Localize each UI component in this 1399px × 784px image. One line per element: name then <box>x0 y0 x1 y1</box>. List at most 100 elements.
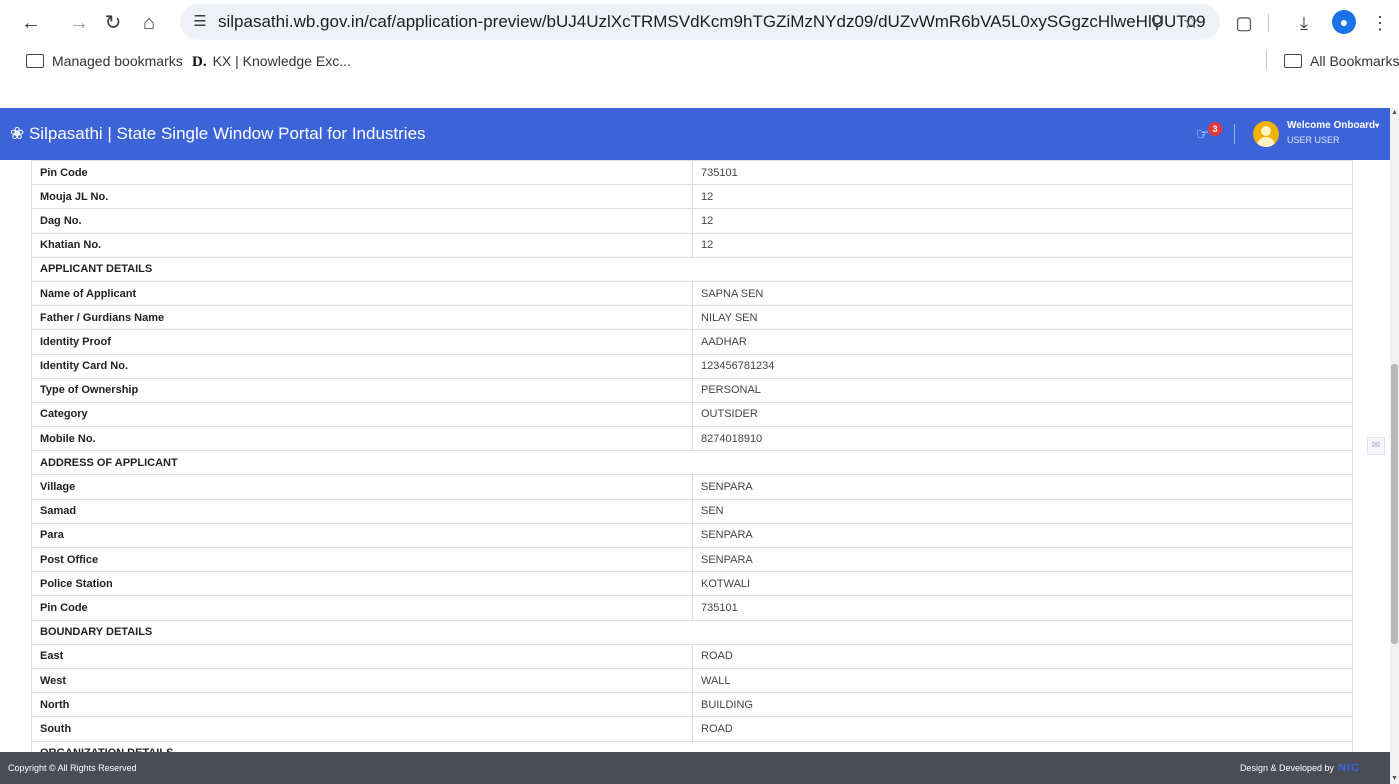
caret-down-icon: ▾ <box>1375 121 1380 130</box>
reload-icon[interactable]: ↻ <box>102 12 124 34</box>
field-label: Name of Applicant <box>31 280 693 307</box>
section-header-row: APPLICANT DETAILS <box>31 256 1353 282</box>
field-label: Pin Code <box>31 595 693 621</box>
field-value: KOTWALI <box>692 571 1353 597</box>
table-row: Police Station KOTWALI <box>31 571 1353 597</box>
section-title: APPLICANT DETAILS <box>31 256 1353 282</box>
table-row: South ROAD <box>31 716 1353 742</box>
section-header-row: ORGANIZATION DETAILS <box>31 740 1353 752</box>
table-row: Para SENPARA <box>31 522 1353 549</box>
site-settings-icon[interactable]: ☰ <box>190 12 210 32</box>
table-row: East ROAD <box>31 643 1353 669</box>
field-value: SENPARA <box>692 522 1353 549</box>
field-value: SENPARA <box>692 474 1353 500</box>
field-value: SENPARA <box>692 546 1353 573</box>
notification-button[interactable]: ☞ 3 <box>1196 122 1222 146</box>
table-row: Khatian No. 12 <box>31 232 1353 258</box>
scroll-thumb[interactable] <box>1391 364 1398 644</box>
table-row: Father / Gurdians Name NILAY SEN <box>31 305 1353 331</box>
table-row: Samad SEN <box>31 498 1353 524</box>
notification-badge: 3 <box>1208 122 1222 136</box>
menu-icon[interactable]: ⋮ <box>1368 11 1392 35</box>
user-role: USER USER <box>1287 135 1340 145</box>
table-row: Identity Proof AADHAR <box>31 329 1353 355</box>
field-value: 735101 <box>692 595 1353 621</box>
zoom-icon[interactable]: ⚲ <box>1146 11 1168 33</box>
page-scrollbar[interactable]: ▲ ▼ <box>1390 108 1399 784</box>
bookmark-managed[interactable]: Managed bookmarks <box>26 52 183 70</box>
table-row: Mouja JL No. 12 <box>31 184 1353 210</box>
field-label: Mobile No. <box>31 426 693 452</box>
field-value: WALL <box>692 667 1353 694</box>
bookmark-all-label: All Bookmarks <box>1310 53 1399 69</box>
field-label: Category <box>31 401 693 428</box>
download-icon[interactable]: ⤓ <box>1292 11 1316 35</box>
section-title: BOUNDARY DETAILS <box>31 619 1353 645</box>
bookmark-all[interactable]: All Bookmarks <box>1284 52 1399 70</box>
field-value: ROAD <box>692 716 1353 742</box>
field-value: SAPNA SEN <box>692 280 1353 307</box>
browser-chrome: ← → ↻ ⌂ ☰ silpasathi.wb.gov.in/caf/appli… <box>0 0 1399 76</box>
field-label: Dag No. <box>31 208 693 234</box>
star-icon[interactable]: ☆ <box>1180 11 1202 33</box>
welcome-text: Welcome Onboard <box>1287 120 1376 131</box>
field-label: Post Office <box>31 546 693 573</box>
nic-logo[interactable]: NIC <box>1338 761 1380 775</box>
table-row: Pin Code 735101 <box>31 595 1353 621</box>
avatar[interactable] <box>1253 121 1279 147</box>
table-row: Type of Ownership PERSONAL <box>31 377 1353 403</box>
scroll-down-icon[interactable]: ▼ <box>1390 774 1399 784</box>
application-preview: Pin Code 735101 Mouja JL No. 12 Dag No. 12 Kha… <box>0 160 1390 752</box>
field-value: 735101 <box>692 160 1353 186</box>
logo-icon: ❀ <box>10 124 29 143</box>
folder-icon <box>1284 54 1302 68</box>
avatar-body <box>1257 137 1275 147</box>
table-row: Dag No. 12 <box>31 208 1353 234</box>
forward-icon[interactable]: → <box>68 12 90 34</box>
bookmarks-bar: Managed bookmarks D. KX | Knowledge Exc..… <box>0 44 1399 76</box>
field-label: Pin Code <box>31 160 693 186</box>
field-value: 123456781234 <box>692 353 1353 379</box>
credit-text: Design & Developed by <box>1239 763 1334 773</box>
extensions-icon[interactable]: ▢ <box>1232 11 1256 35</box>
page-footer: Copyright © All Rights Reserved Design &… <box>0 752 1390 784</box>
toolbar-divider <box>1268 14 1269 32</box>
back-icon[interactable]: ← <box>20 12 42 34</box>
table-row: West WALL <box>31 667 1353 694</box>
field-value: AADHAR <box>692 329 1353 355</box>
mail-icon[interactable]: ✉ <box>1367 437 1385 455</box>
field-value: OUTSIDER <box>692 401 1353 428</box>
managed-folder-icon <box>26 54 44 68</box>
section-title: ADDRESS OF APPLICANT <box>31 450 1353 476</box>
table-row: North BUILDING <box>31 692 1353 718</box>
kx-favicon: D. <box>192 54 207 70</box>
bookmarks-divider <box>1266 50 1267 70</box>
field-label: Mouja JL No. <box>31 184 693 210</box>
field-value: 8274018910 <box>692 426 1353 452</box>
copyright-text: Copyright © All Rights Reserved <box>8 763 137 773</box>
bookmark-kx[interactable]: D. KX | Knowledge Exc... <box>192 52 351 70</box>
field-value: 12 <box>692 208 1353 234</box>
field-value: NILAY SEN <box>692 305 1353 331</box>
scroll-up-icon[interactable]: ▲ <box>1390 108 1399 118</box>
field-label: Para <box>31 522 693 549</box>
app-header: ❀ Silpasathi | State Single Window Porta… <box>0 108 1390 160</box>
app-title[interactable]: ❀ Silpasathi | State Single Window Porta… <box>10 124 426 144</box>
url-text[interactable]: silpasathi.wb.gov.in/caf/application-pre… <box>218 12 1206 32</box>
field-label: Father / Gurdians Name <box>31 305 693 331</box>
home-icon[interactable]: ⌂ <box>138 12 160 34</box>
field-label: South <box>31 716 693 742</box>
field-label: Identity Card No. <box>31 353 693 379</box>
field-label: Identity Proof <box>31 329 693 355</box>
avatar-head <box>1261 126 1271 136</box>
address-bar[interactable]: ☰ silpasathi.wb.gov.in/caf/application-p… <box>180 4 1220 40</box>
profile-icon[interactable]: ● <box>1332 10 1356 34</box>
field-label: Village <box>31 474 693 500</box>
bookmark-managed-label: Managed bookmarks <box>52 53 183 69</box>
field-label: West <box>31 667 693 694</box>
app-title-text: Silpasathi | State Single Window Portal … <box>28 124 426 143</box>
section-header-row: ADDRESS OF APPLICANT <box>31 450 1353 476</box>
user-menu-toggle[interactable]: Welcome Onboard▾ <box>1287 120 1379 131</box>
detail-table: Pin Code 735101 Mouja JL No. 12 Dag No. 12 Kha… <box>31 160 1353 752</box>
field-label: Type of Ownership <box>31 377 693 403</box>
